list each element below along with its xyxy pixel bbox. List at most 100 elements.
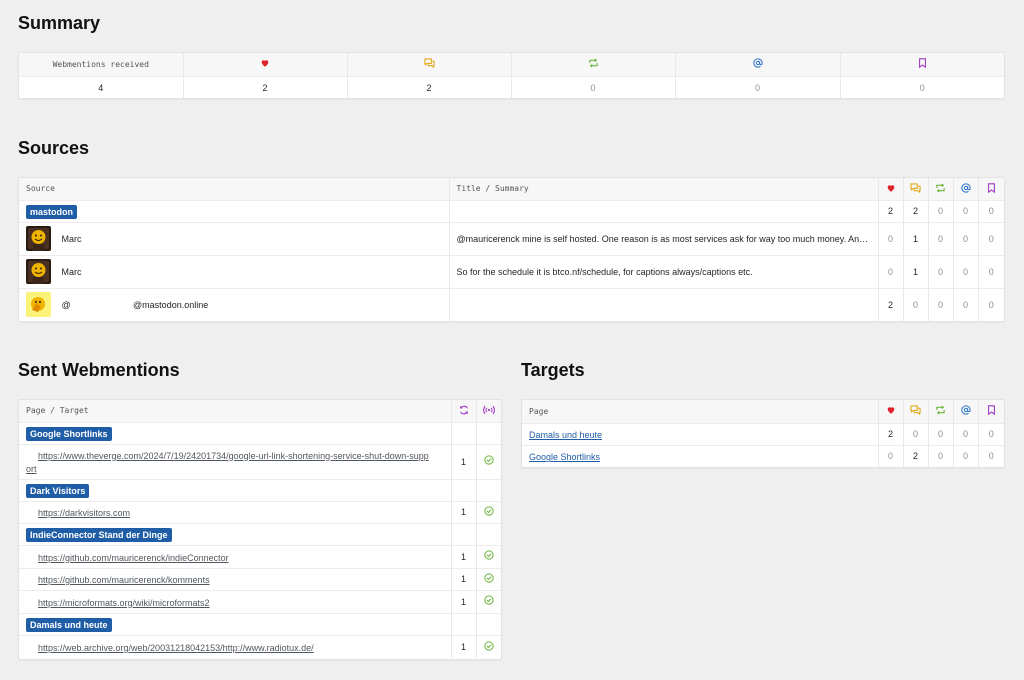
sent-count: 1 — [451, 501, 477, 524]
sent-count: 1 — [451, 545, 477, 569]
heart-icon — [260, 55, 270, 73]
targets-bookmark-col — [978, 400, 1004, 424]
page-badge[interactable]: Google Shortlinks — [26, 427, 112, 441]
targets-card: Page Damals und heute 2 0 0 0 0 Google S… — [521, 399, 1005, 468]
check-icon — [484, 452, 494, 470]
target-count: 0 — [988, 451, 994, 462]
target-page-link[interactable]: Damals und heute — [529, 430, 602, 440]
table-row: mastodon 2 2 0 0 0 — [19, 200, 1004, 223]
summary-card: Webmentions received 4 2 2 0 0 0 — [18, 52, 1005, 99]
check-icon — [484, 570, 494, 588]
summary-mention-col — [675, 53, 841, 77]
source-count: 1 — [903, 222, 929, 256]
table-row: Google Shortlinks 0 2 0 0 0 — [522, 445, 1004, 467]
avatar — [26, 292, 51, 318]
target-link[interactable]: https://github.com/mauricerenck/indieCon… — [38, 553, 229, 563]
page-badge[interactable]: Damals und heute — [26, 618, 112, 632]
sent-heading: Sent Webmentions — [18, 360, 180, 380]
source-handle-prefix: @ — [61, 299, 71, 310]
summary-bookmark-col — [840, 53, 1004, 77]
target-link[interactable]: https://darkvisitors.com — [38, 508, 130, 518]
target-count: 0 — [978, 423, 1004, 446]
bookmark-icon — [918, 55, 927, 73]
sent-status — [476, 545, 501, 569]
source-count: 0 — [988, 299, 994, 310]
sent-count: 1 — [451, 635, 477, 658]
sources-heading: Sources — [18, 138, 90, 158]
targets-col-page: Page — [522, 400, 879, 424]
target-count: 0 — [878, 445, 904, 467]
target-link[interactable]: https://microformats.org/wiki/microforma… — [38, 598, 210, 608]
page-badge[interactable]: Dark Visitors — [26, 484, 90, 498]
table-row: Marc @mauricerenck mine is self hosted. … — [19, 222, 1004, 256]
target-count: 0 — [953, 423, 979, 446]
source-count: 0 — [928, 255, 954, 289]
summary-repost-col — [511, 53, 676, 77]
reply-icon — [910, 180, 921, 198]
source-count: 2 — [903, 200, 929, 223]
source-count: 1 — [903, 255, 929, 289]
source-count: 0 — [953, 200, 979, 223]
mention-icon — [960, 402, 971, 420]
source-count: 0 — [903, 288, 929, 321]
sync-icon — [459, 402, 469, 420]
sources-heart-col — [878, 178, 904, 201]
sources-reply-col — [903, 178, 929, 201]
heart-icon — [886, 180, 896, 198]
summary-count: 2 — [347, 76, 512, 98]
target-page-link[interactable]: Google Shortlinks — [529, 452, 600, 462]
source-name[interactable]: Marc — [61, 234, 81, 244]
sources-col-title: Title / Summary — [449, 178, 879, 201]
page-badge[interactable]: IndieConnector Stand der Dinge — [26, 528, 172, 542]
table-row: https://github.com/mauricerenck/komments… — [19, 568, 501, 591]
summary-count: 0 — [675, 76, 841, 98]
sent-status — [476, 444, 501, 480]
source-count: 2 — [878, 200, 904, 223]
sent-col-page: Page / Target — [19, 400, 452, 423]
target-count: 0 — [903, 423, 929, 446]
target-link[interactable]: https://web.archive.org/web/200312180421… — [38, 643, 314, 653]
targets-heading: Targets — [521, 360, 585, 380]
source-name[interactable]: Marc — [61, 267, 81, 277]
sources-card: Source Title / Summary mastodon 2 2 0 0 … — [18, 177, 1005, 322]
targets-repost-col — [928, 400, 954, 424]
sent-count: 1 — [451, 590, 477, 614]
summary-total: 4 — [19, 76, 184, 98]
source-count: 0 — [978, 222, 1004, 256]
source-count: 0 — [928, 222, 954, 256]
source-count: 2 — [878, 288, 904, 321]
sources-bookmark-col — [978, 178, 1004, 201]
bookmark-icon — [987, 180, 996, 198]
targets-mention-col — [953, 400, 979, 424]
avatar — [26, 226, 51, 251]
check-icon — [484, 547, 494, 565]
repost-icon — [935, 402, 946, 420]
sources-table: Source Title / Summary mastodon 2 2 0 0 … — [19, 178, 1004, 321]
table-row: Dark Visitors — [19, 479, 501, 502]
target-link[interactable]: https://www.theverge.com/2024/7/19/24201… — [26, 451, 429, 474]
summary-count: 2 — [183, 76, 348, 98]
reply-icon — [910, 402, 921, 420]
repost-icon — [588, 55, 599, 73]
sent-table: Page / Target Google Shortlinks https://… — [19, 400, 501, 658]
summary-table: Webmentions received 4 2 2 0 0 0 — [19, 53, 1004, 98]
targets-reply-col — [903, 400, 929, 424]
reply-icon — [423, 55, 435, 73]
check-icon — [484, 503, 494, 521]
table-row: https://github.com/mauricerenck/indieCon… — [19, 545, 501, 569]
source-count: 0 — [928, 288, 954, 321]
summary-label: Webmentions received — [19, 53, 184, 77]
source-name[interactable]: @mastodon.online — [133, 300, 208, 310]
repost-icon — [935, 180, 946, 198]
sent-status — [476, 501, 501, 524]
table-row: Google Shortlinks — [19, 422, 501, 445]
table-row: https://web.archive.org/web/200312180421… — [19, 635, 501, 658]
sent-status — [476, 568, 501, 591]
check-icon — [484, 592, 494, 610]
table-row: Damals und heute 2 0 0 0 0 — [522, 423, 1004, 446]
target-link[interactable]: https://github.com/mauricerenck/komments — [38, 575, 210, 585]
table-row: https://microformats.org/wiki/microforma… — [19, 590, 501, 614]
sent-status — [476, 635, 501, 658]
mention-icon — [960, 180, 971, 198]
source-badge[interactable]: mastodon — [26, 205, 78, 219]
